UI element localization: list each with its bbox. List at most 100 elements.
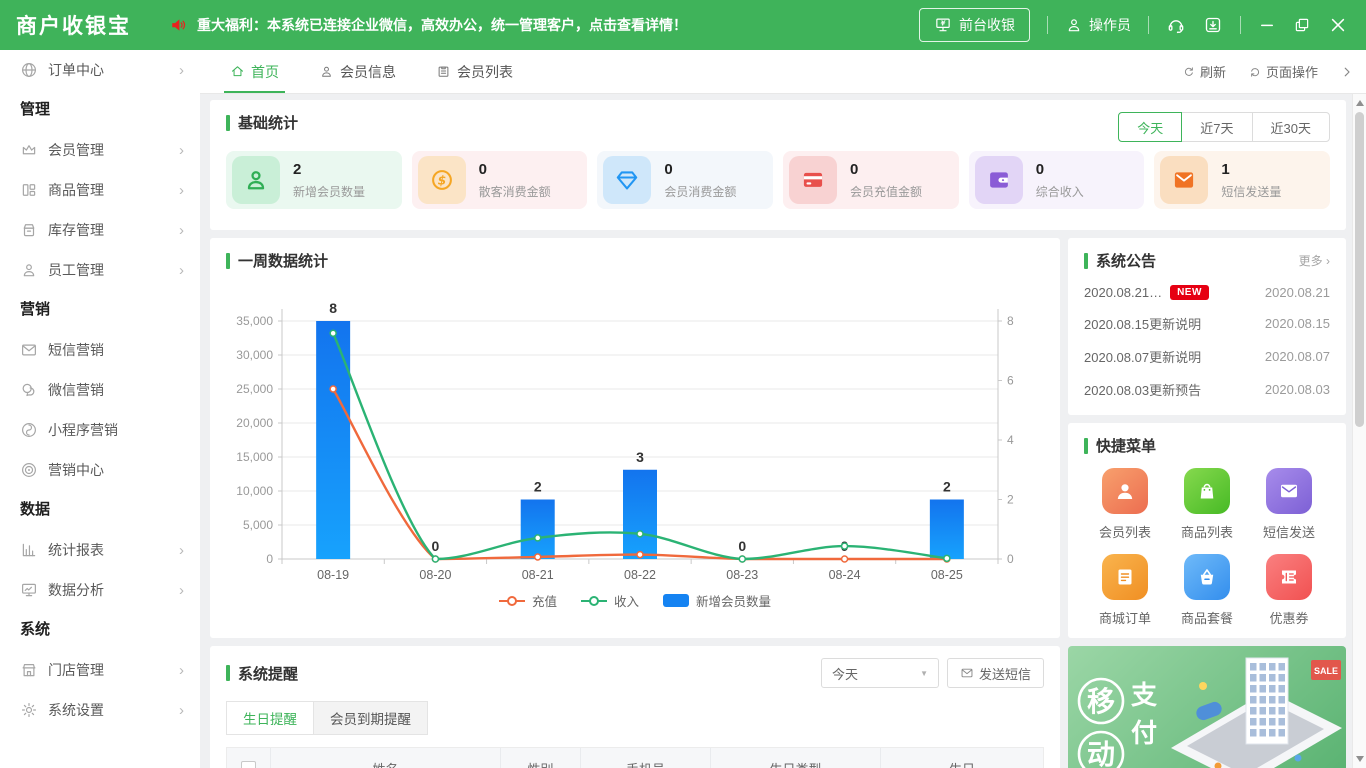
sidebar-item-product-mgmt[interactable]: 商品管理› (0, 170, 200, 210)
weekly-chart[interactable]: 05,00010,00015,00020,00025,00030,00035,0… (226, 277, 1044, 589)
quick-mall-orders[interactable]: 商城订单 (1084, 554, 1166, 627)
notice-item[interactable]: 2020.08.21…NEW 2020.08.21 (1084, 285, 1330, 300)
svg-text:移: 移 (1087, 686, 1115, 717)
svg-text:付: 付 (1131, 718, 1157, 748)
column-phone: 手机号 (581, 748, 711, 768)
home-icon (230, 64, 245, 79)
quick-coupons[interactable]: 优惠券 (1248, 554, 1330, 627)
topbar-actions: ¥ 前台收银 操作员 (919, 8, 1366, 42)
tab-member-info[interactable]: 会员信息 (319, 50, 396, 93)
top-header: 商户收银宝 重大福利：本系统已连接企业微信，高效办公，统一管理客户，点击查看详情… (0, 0, 1366, 50)
download-icon[interactable] (1203, 15, 1223, 35)
tabbar-actions: 刷新 页面操作 (1182, 50, 1366, 93)
system-reminder-panel: 系统提醒 今天 ▼ 发送短信 生日提醒 会员到期提醒 (210, 646, 1060, 768)
legend-recharge[interactable]: 充值 (499, 591, 557, 610)
tab-home[interactable]: 首页 (230, 50, 279, 93)
tab-member-expiry-reminder[interactable]: 会员到期提醒 (313, 701, 428, 735)
sidebar-item-marketing-center[interactable]: 营销中心 (0, 450, 200, 490)
circular-arrow-icon (1248, 65, 1262, 79)
sidebar-item-system-settings[interactable]: 系统设置› (0, 690, 200, 730)
stat-wallet-icon (975, 156, 1023, 204)
svg-text:$: $ (437, 172, 446, 187)
scrollbar-thumb[interactable] (1355, 112, 1364, 427)
tab-birthday-reminder[interactable]: 生日提醒 (226, 701, 314, 735)
mobile-pay-promo-banner[interactable]: SALE 移动支付 (1068, 646, 1346, 768)
svg-text:支: 支 (1131, 680, 1157, 710)
svg-text:0: 0 (1007, 552, 1014, 566)
announcement-bar[interactable]: 重大福利：本系统已连接企业微信，高效办公，统一管理客户，点击查看详情！ (170, 15, 687, 35)
storefront-icon (20, 661, 38, 679)
scroll-down-arrow[interactable] (1353, 752, 1366, 766)
weekly-chart-title: 一周数据统计 (226, 250, 1044, 271)
chevron-down-icon: ▼ (920, 669, 928, 678)
range-30days-button[interactable]: 近30天 (1252, 112, 1330, 142)
notice-item[interactable]: 2020.08.03更新预告 2020.08.03 (1084, 380, 1330, 399)
select-all-checkbox[interactable] (241, 761, 256, 768)
new-badge: NEW (1170, 285, 1209, 300)
quick-member-list[interactable]: 会员列表 (1084, 468, 1166, 541)
quick-product-combo[interactable]: 商品套餐 (1166, 554, 1248, 627)
stat-envelope-icon (1160, 156, 1208, 204)
quick-menu-panel: 快捷菜单 会员列表 商品列表 短信发送 (1068, 423, 1346, 638)
svg-text:8: 8 (329, 300, 337, 316)
restore-window-icon[interactable] (1293, 16, 1311, 34)
legend-income[interactable]: 收入 (581, 591, 639, 610)
notice-item[interactable]: 2020.08.07更新说明 2020.08.07 (1084, 347, 1330, 366)
minimize-icon[interactable] (1258, 16, 1276, 34)
support-headset-icon[interactable] (1166, 15, 1186, 35)
front-cashier-button[interactable]: ¥ 前台收银 (919, 8, 1030, 42)
quick-menu-title: 快捷菜单 (1084, 435, 1330, 456)
svg-text:动: 动 (1087, 739, 1115, 768)
chevron-right-icon[interactable] (1340, 65, 1354, 79)
svg-text:5,000: 5,000 (243, 518, 273, 532)
tab-member-list[interactable]: 会员列表 (436, 50, 513, 93)
send-sms-button[interactable]: 发送短信 (947, 658, 1044, 688)
notice-item[interactable]: 2020.08.15更新说明 2020.08.15 (1084, 314, 1330, 333)
reminder-filter-select[interactable]: 今天 ▼ (821, 658, 939, 688)
sidebar-item-stats-report[interactable]: 统计报表› (0, 530, 200, 570)
legend-new-members[interactable]: 新增会员数量 (663, 591, 771, 610)
refresh-button[interactable]: 刷新 (1182, 62, 1226, 81)
svg-text:08-21: 08-21 (522, 568, 554, 582)
reminder-table-header: 姓名 性别 手机号 生日类型 生日 (227, 748, 1043, 768)
range-today-button[interactable]: 今天 (1118, 112, 1182, 142)
person-tile-icon (1102, 468, 1148, 514)
sidebar-item-inventory-mgmt[interactable]: 库存管理› (0, 210, 200, 250)
notice-title: 系统公告 (1084, 250, 1156, 271)
sidebar-item-data-analysis[interactable]: 数据分析› (0, 570, 200, 610)
svg-text:08-25: 08-25 (931, 568, 963, 582)
quick-product-list[interactable]: 商品列表 (1166, 468, 1248, 541)
quick-sms-send[interactable]: 短信发送 (1248, 468, 1330, 541)
sidebar-item-miniprogram-marketing[interactable]: 小程序营销 (0, 410, 200, 450)
sidebar-item-wechat-marketing[interactable]: 微信营销 (0, 370, 200, 410)
basic-stats-panel: 基础统计 今天 近7天 近30天 2新增会员数量 $ 0散客消费金额 0会员消费… (210, 100, 1346, 230)
sidebar-item-sms-marketing[interactable]: 短信营销 (0, 330, 200, 370)
svg-text:0: 0 (738, 538, 746, 554)
stat-card-member-spend: 0会员消费金额 (597, 151, 773, 209)
target-icon (20, 461, 38, 479)
main-content: 基础统计 今天 近7天 近30天 2新增会员数量 $ 0散客消费金额 0会员消费… (200, 94, 1352, 768)
page-ops-button[interactable]: 页面操作 (1248, 62, 1318, 81)
notice-more-link[interactable]: 更多 › (1299, 252, 1330, 269)
svg-text:08-23: 08-23 (726, 568, 758, 582)
coupon-tile-icon (1266, 554, 1312, 600)
svg-text:2: 2 (943, 479, 951, 495)
sidebar-item-store-mgmt[interactable]: 门店管理› (0, 650, 200, 690)
divider (1148, 16, 1149, 34)
sidebar-item-staff-mgmt[interactable]: 员工管理› (0, 250, 200, 290)
close-icon[interactable] (1328, 15, 1348, 35)
promo-illustration: SALE 移动支付 (1068, 646, 1346, 768)
operator-menu[interactable]: 操作员 (1065, 15, 1131, 35)
scroll-up-arrow[interactable] (1353, 96, 1366, 110)
person-icon (20, 261, 38, 279)
operator-icon (1065, 16, 1083, 34)
sidebar-item-order-center[interactable]: 订单中心› (0, 50, 200, 90)
svg-text:SALE: SALE (1314, 666, 1338, 676)
gear-icon (20, 701, 38, 719)
sidebar-section-management: 管理 (0, 90, 200, 130)
sidebar-item-member-mgmt[interactable]: 会员管理› (0, 130, 200, 170)
range-7days-button[interactable]: 近7天 (1181, 112, 1252, 142)
shopping-bag-tile-icon (1184, 468, 1230, 514)
envelope-tile-icon (1266, 468, 1312, 514)
cashier-monitor-icon: ¥ (934, 16, 952, 34)
